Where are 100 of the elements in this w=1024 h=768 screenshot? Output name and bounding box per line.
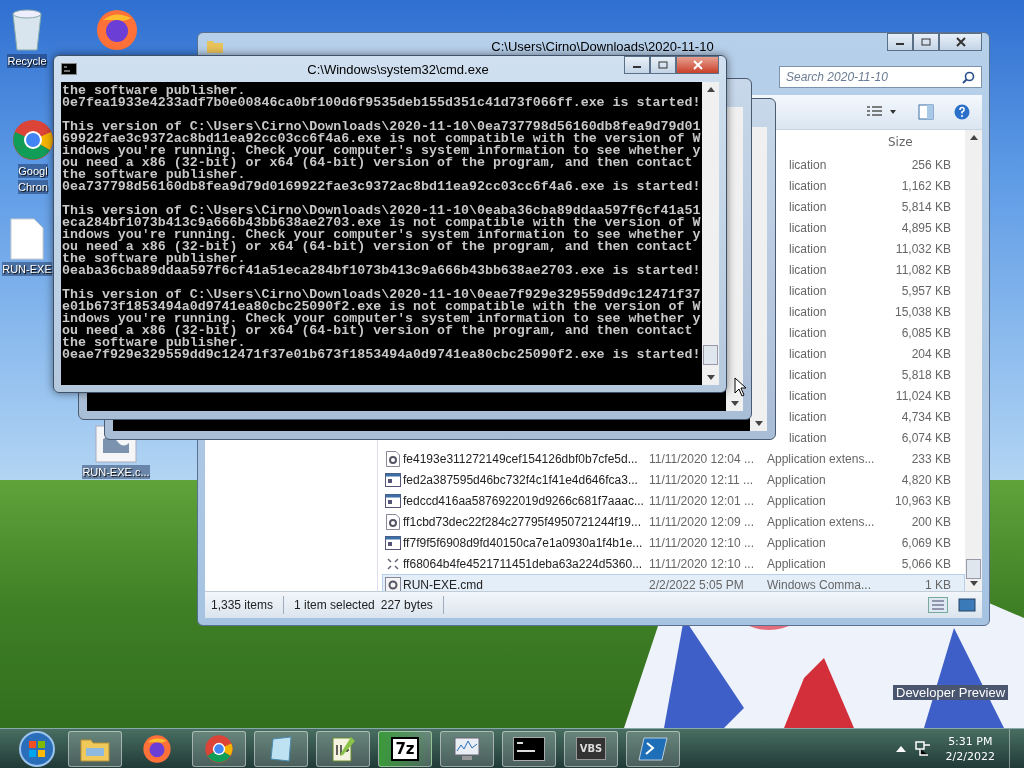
file-size: 1 KB (925, 577, 951, 592)
desktop-icon-label: RUN-EXE (2, 262, 52, 276)
scroll-thumb[interactable] (703, 345, 718, 365)
console-line: indows you're running. Check your computer's system information to see whether y (62, 313, 702, 325)
console-line: ou need a x86 (32-bit) or x64 (64-bit) version of the program, and then contact (62, 325, 693, 337)
file-name: ff7f9f5f6908d9fd40150ca7e1a0930a1f4b1e... (403, 535, 643, 550)
taskbar-button[interactable] (316, 730, 370, 767)
file-row[interactable]: fedccd416aa5876922019d9266c681f7aaac... 11/11/2020 12:01 ... Application 10,963 KB (382, 490, 965, 511)
console-line: indows you're running. Check your computer's system information to see whether y (62, 145, 702, 157)
scroll-down-icon[interactable] (754, 421, 763, 427)
file-size: 5,957 KB (901, 283, 951, 298)
scroll-up-icon[interactable] (969, 134, 978, 140)
help-icon[interactable] (954, 104, 970, 120)
file-row[interactable]: lication 15,038 KB (789, 302, 951, 321)
taskbar-button[interactable]: 7z (378, 730, 432, 767)
file-type: Application extens... (767, 514, 875, 529)
console-line: indows you're running. Check your computer's system information to see whether y (62, 229, 702, 241)
scroll-up-icon[interactable] (706, 86, 715, 92)
file-type: lication (789, 388, 828, 403)
file-row[interactable]: fe4193e311272149cef154126dbf0b7cfe5d... 11/11/2020 12:04 ... Application extens... 233 KB (382, 448, 965, 469)
file-date: 11/11/2020 12:10 ... (649, 535, 754, 550)
file-row[interactable]: lication 4,895 KB (789, 218, 951, 237)
file-size: 4,734 KB (901, 409, 951, 424)
file-name: fed2a387595d46bc732f4c1f41e4d646fca3... (403, 472, 638, 487)
file-row[interactable]: lication 6,074 KB (789, 428, 951, 447)
network-icon[interactable] (913, 739, 932, 758)
clock[interactable]: 5:31 PM 2/2/2022 (939, 733, 1001, 764)
file-row[interactable]: ff7f9f5f6908d9fd40150ca7e1a0930a1f4b1e... 11/11/2020 12:10 ... Application 6,069 KB (382, 532, 965, 553)
folder-icon (207, 39, 223, 53)
file-type: lication (789, 283, 828, 298)
desktop-icon-label: RUN-EXE.c... (82, 465, 150, 479)
file-row[interactable]: lication 256 KB (789, 155, 951, 174)
file-row[interactable]: lication 204 KB (789, 344, 951, 363)
console-line: 0ea737798d56160db8fea9d79d0169922fae3c9372ac8bd11ea92cc03cc6f4a6.exe is started! (62, 181, 702, 193)
file-size: 15,038 KB (894, 304, 951, 319)
console-line: 0eaba36cba89ddaa597f6cf41a51eca284bf1073b413c9a666b43bb638ae2703.exe is started! (62, 265, 702, 277)
console-app-icon (513, 736, 545, 761)
file-size: 6,085 KB (901, 325, 951, 340)
file-size: 5,066 KB (901, 556, 951, 571)
application-file-icon (385, 472, 401, 487)
file-row[interactable]: ff1cbd73dec22f284c27795f4950721244f19... 11/11/2020 12:09 ... Application extens... 200 KB (382, 511, 965, 532)
document-icon[interactable] (10, 218, 44, 260)
large-icons-view-icon[interactable] (958, 597, 976, 613)
file-row[interactable]: lication 5,818 KB (789, 365, 951, 384)
file-row[interactable]: lication 5,957 KB (789, 281, 951, 300)
file-row[interactable]: lication 5,814 KB (789, 197, 951, 216)
clock-time: 5:31 PM (948, 733, 993, 749)
scrollbar[interactable] (702, 82, 719, 385)
file-date: 11/11/2020 12:09 ... (649, 514, 754, 529)
file-row[interactable]: lication 11,032 KB (789, 239, 951, 258)
maximize-button[interactable] (913, 33, 939, 51)
file-size: 5,814 KB (901, 199, 951, 214)
maximize-button[interactable] (650, 56, 676, 74)
file-row[interactable]: lication 1,162 KB (789, 176, 951, 195)
application-file-icon (385, 535, 401, 550)
file-name: fe4193e311272149cef154126dbf0b7cfe5d... (403, 451, 638, 466)
file-size: 11,082 KB (895, 262, 951, 277)
minimize-button[interactable] (624, 56, 650, 74)
file-type: lication (789, 262, 828, 277)
file-name: RUN-EXE.cmd (403, 577, 483, 592)
firefox-icon[interactable] (95, 8, 139, 52)
taskbar-button[interactable] (502, 730, 556, 767)
clock-date: 2/2/2022 (945, 748, 995, 764)
close-button[interactable] (939, 33, 982, 51)
close-button[interactable] (676, 56, 719, 74)
tray-arrow-icon[interactable] (895, 744, 906, 753)
file-name: ff68064b4fe4521711451deba63a224d5360... (403, 556, 643, 571)
file-row[interactable]: lication 11,024 KB (789, 386, 951, 405)
start-button[interactable] (18, 729, 56, 768)
console-app-icon (61, 63, 77, 75)
file-row[interactable]: lication 6,085 KB (789, 323, 951, 342)
chrome-icon[interactable] (11, 118, 55, 162)
scrollbar[interactable] (965, 130, 982, 591)
file-type: Application (767, 556, 826, 571)
scroll-down-icon[interactable] (706, 375, 715, 381)
console-line: This version of C:\Users\Cirno\Downloads\2020-11-10\0eaba36cba89ddaa597f6cf41a51 (62, 205, 702, 217)
search-field[interactable]: Search 2020-11-10 (779, 66, 982, 88)
file-row[interactable]: ff68064b4fe4521711451deba63a224d5360... 11/11/2020 12:10 ... Application 5,066 KB (382, 553, 965, 574)
console-line: the software publisher. (62, 85, 246, 97)
search-icon (962, 71, 975, 84)
notepad-plus-icon (329, 734, 357, 763)
view-options-icon[interactable] (866, 105, 898, 119)
column-header[interactable]: Size (888, 135, 913, 149)
file-row[interactable]: fed2a387595d46bc732f4c1f41e4d646fca3... 11/11/2020 12:11 ... Application 4,820 KB (382, 469, 965, 490)
file-name: fedccd416aa5876922019d9266c681f7aaac... (403, 493, 644, 508)
taskbar-button[interactable]: VBS (564, 730, 618, 767)
file-date: 11/11/2020 12:10 ... (649, 556, 754, 571)
minimize-button[interactable] (887, 33, 913, 51)
window-title: C:\Users\Cirno\Downloads\2020-11-10 (491, 38, 714, 54)
maximize-icon (921, 38, 931, 46)
powershell-icon (638, 735, 668, 762)
scroll-thumb[interactable] (966, 559, 981, 579)
scroll-down-icon[interactable] (730, 401, 739, 407)
desktop-icon-label: Googl (18, 164, 48, 178)
file-row[interactable]: lication 11,082 KB (789, 260, 951, 279)
file-row[interactable]: lication 4,734 KB (789, 407, 951, 426)
gear-file-icon (386, 513, 400, 530)
file-size: 204 KB (911, 346, 951, 361)
file-size: 10,963 KB (894, 493, 951, 508)
recycle-bin-icon[interactable] (9, 8, 45, 52)
